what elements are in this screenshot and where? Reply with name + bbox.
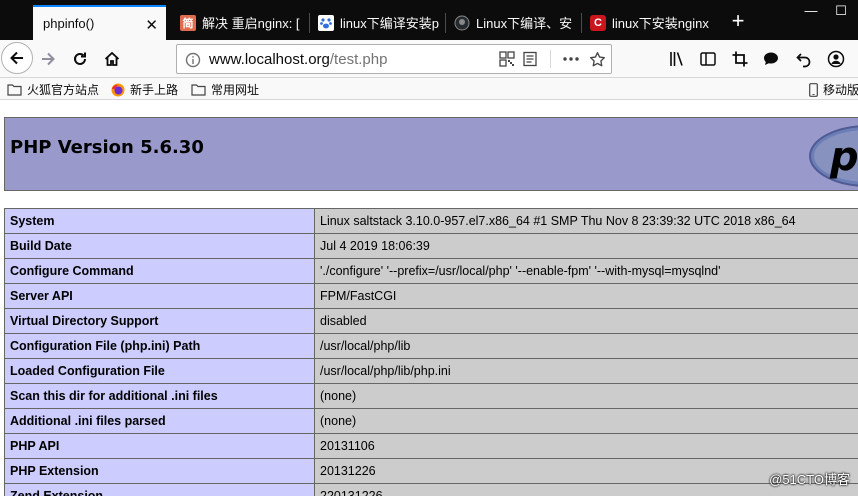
new-tab-button[interactable]: + <box>724 8 752 36</box>
back-arrow-icon <box>10 51 23 65</box>
bookmark-label: 火狐官方站点 <box>27 83 100 97</box>
row-key: PHP Extension <box>4 458 315 484</box>
row-key: Build Date <box>4 233 315 259</box>
url-path: /test.php <box>329 51 388 68</box>
bookmark-star-icon[interactable] <box>589 51 606 71</box>
url-host: www.localhost.org <box>209 51 330 68</box>
tab-nginx-restart[interactable]: 简 解决 重启nginx: [ <box>172 5 308 40</box>
table-row: Build Date Jul 4 2019 18:06:39 <box>4 233 858 259</box>
tab-linux-compile[interactable]: linux下编译安装p <box>310 5 444 40</box>
sidebar-icon[interactable] <box>698 49 718 69</box>
firefox-icon <box>111 83 125 97</box>
mobile-phone-icon <box>809 82 818 97</box>
tab-label: phpinfo() <box>43 16 95 31</box>
undo-arrow-icon[interactable] <box>794 49 814 69</box>
row-key: Additional .ini files parsed <box>4 408 315 434</box>
page-actions-icon[interactable] <box>562 51 580 70</box>
tab-linux-compile-2[interactable]: Linux下编译、安 <box>446 5 580 40</box>
tab-linux-nginx[interactable]: C linux下安装nginx <box>582 5 716 40</box>
mobile-bookmarks[interactable]: 移动版 <box>809 81 858 98</box>
row-value: /usr/local/php/lib <box>314 333 858 359</box>
maximize-button[interactable]: ☐ <box>826 0 856 24</box>
qrcode-icon[interactable] <box>499 51 515 70</box>
forward-button[interactable] <box>34 45 62 73</box>
tab-strip: phpinfo() ✕ 简 解决 重启nginx: [ linux下编译安装p … <box>0 0 858 40</box>
table-row: Virtual Directory Support disabled <box>4 308 858 334</box>
minimize-button[interactable]: — <box>796 0 826 24</box>
table-row: PHP Extension 20131226 <box>4 458 858 484</box>
row-value: disabled <box>314 308 858 334</box>
page-title: PHP Version 5.6.30 <box>10 137 204 158</box>
folder-icon <box>191 83 206 96</box>
table-row: Server API FPM/FastCGI <box>4 283 858 309</box>
row-key: Loaded Configuration File <box>4 358 315 384</box>
tab-label: Linux下编译、安 <box>476 16 573 31</box>
row-value: 20131106 <box>314 433 858 459</box>
page-content: PHP Version 5.6.30 php SystemLinux salts… <box>0 100 858 496</box>
php-version-header: PHP Version 5.6.30 php <box>4 117 858 191</box>
url-text: www.localhost.org/test.php <box>209 51 387 68</box>
jianshu-icon: 简 <box>180 14 196 31</box>
urlbar-divider <box>550 50 551 68</box>
table-row: PHP API 20131106 <box>4 433 858 459</box>
home-button[interactable] <box>98 45 126 73</box>
csdn-icon: C <box>590 14 606 31</box>
home-icon <box>104 51 120 66</box>
table-row: Additional .ini files parsed (none) <box>4 408 858 434</box>
row-key: System <box>4 208 315 234</box>
table-row: Loaded Configuration File/usr/local/php/… <box>4 358 858 384</box>
address-bar[interactable]: www.localhost.org/test.php <box>176 44 612 74</box>
tab-phpinfo[interactable]: phpinfo() ✕ <box>33 5 166 40</box>
row-key: Zend Extension <box>4 483 315 496</box>
table-row: Scan this dir for additional .ini files(… <box>4 383 858 409</box>
row-key: Scan this dir for additional .ini files <box>4 383 315 409</box>
php-info-table: System Linux saltstack 3.10.0-957.el7.x86… <box>4 208 858 496</box>
row-key: Virtual Directory Support <box>4 308 315 334</box>
table-row: Zend Extension 220131226 <box>4 483 858 496</box>
folder-icon <box>7 83 22 96</box>
paw-icon <box>318 14 334 31</box>
bookmark-getting-started[interactable]: 新手上路 <box>111 81 178 98</box>
row-value: './configure' '--prefix=/usr/local/php' … <box>314 258 858 284</box>
logo-text: php <box>829 134 858 180</box>
row-key: Configuration File (php.ini) Path <box>4 333 315 359</box>
row-value: /usr/local/php/lib/php.ini <box>314 358 858 384</box>
row-value: Jul 4 2019 18:06:39 <box>314 233 858 259</box>
close-icon[interactable]: ✕ <box>145 16 158 34</box>
reader-view-icon[interactable] <box>522 51 538 70</box>
library-icon[interactable] <box>667 49 687 69</box>
info-icon[interactable] <box>185 52 201 71</box>
table-row: System Linux saltstack 3.10.0-957.el7.x86… <box>4 208 858 234</box>
bookmarks-toolbar: 火狐官方站点 新手上路 常用网址 移动版 <box>0 78 858 100</box>
reload-icon <box>74 52 86 65</box>
forward-arrow-icon <box>42 52 55 66</box>
table-row: Configuration File (php.ini) Path/usr/lo… <box>4 333 858 359</box>
row-value: (none) <box>314 383 858 409</box>
tab-label: 解决 重启nginx: [ <box>202 16 300 31</box>
tab-label: linux下安装nginx <box>612 16 709 31</box>
reload-button[interactable] <box>66 45 94 73</box>
row-value: (none) <box>314 408 858 434</box>
bookmark-label: 新手上路 <box>130 83 179 97</box>
row-key: Configure Command <box>4 258 315 284</box>
back-button[interactable] <box>1 42 33 74</box>
bookmark-folder-common[interactable]: 常用网址 <box>191 81 259 98</box>
row-key: PHP API <box>4 433 315 459</box>
row-value: FPM/FastCGI <box>314 283 858 309</box>
bookmark-label: 常用网址 <box>211 83 260 97</box>
github-icon <box>454 15 470 31</box>
bookmark-folder-firefox[interactable]: 火狐官方站点 <box>7 81 99 98</box>
navigation-toolbar: www.localhost.org/test.php <box>0 40 858 78</box>
table-row: Configure Command './configure' '--prefix… <box>4 258 858 284</box>
row-key: Server API <box>4 283 315 309</box>
row-value: Linux saltstack 3.10.0-957.el7.x86_64 #1… <box>314 208 858 234</box>
tab-label: linux下编译安装p <box>340 16 439 31</box>
php-logo-icon[interactable]: php <box>808 124 858 188</box>
screenshot-crop-icon[interactable] <box>730 49 750 69</box>
bookmark-label: 移动版 <box>823 83 858 97</box>
chat-bubble-icon[interactable] <box>761 49 781 69</box>
watermark: @51CTO博客 <box>769 472 850 487</box>
account-icon[interactable] <box>826 49 846 69</box>
